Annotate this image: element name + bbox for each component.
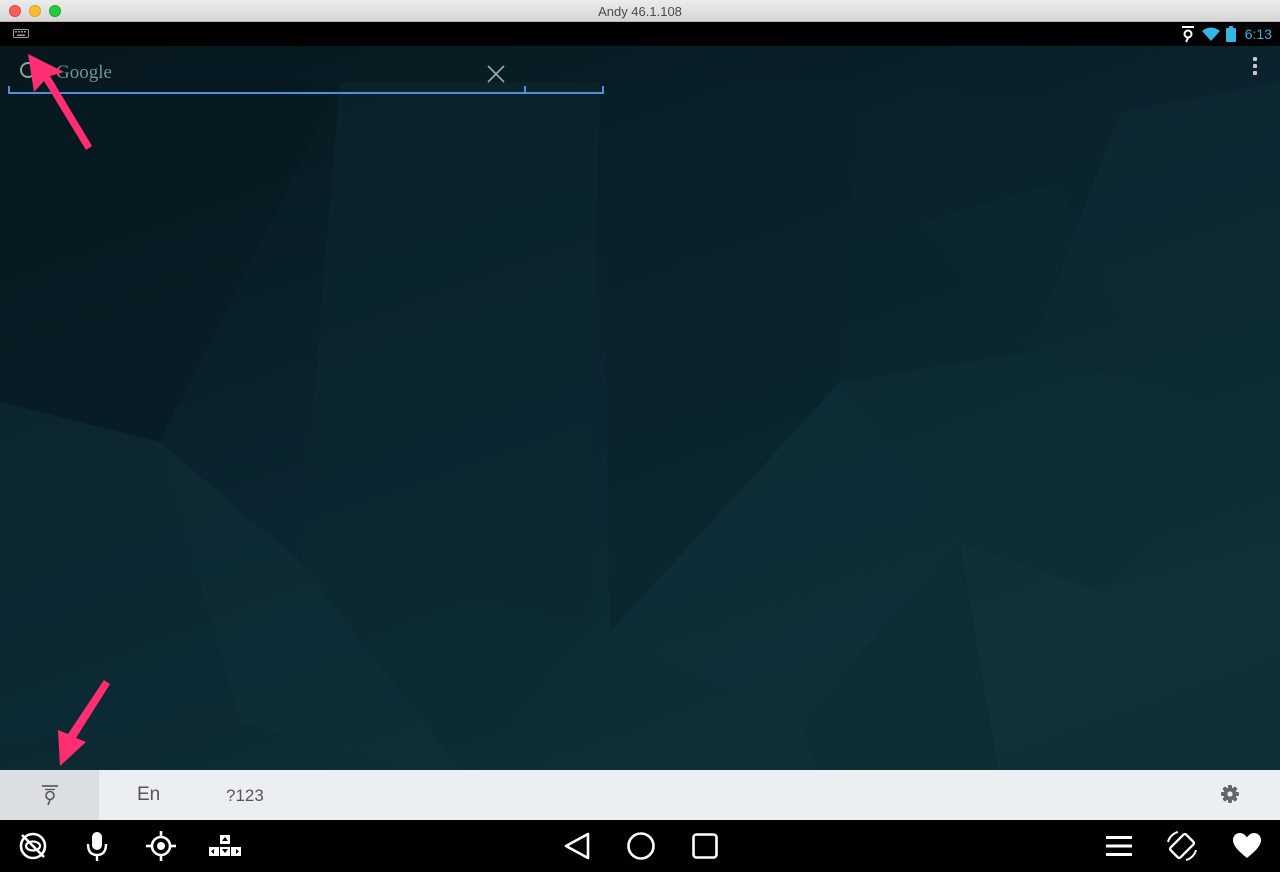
gear-icon[interactable] — [1220, 784, 1240, 804]
menu-icon[interactable] — [1102, 830, 1136, 862]
home-icon[interactable] — [624, 830, 658, 862]
clock: 6:13 — [1244, 26, 1272, 42]
recents-icon[interactable] — [688, 830, 722, 862]
wallpaper — [0, 82, 1280, 782]
clear-icon[interactable] — [486, 64, 506, 84]
ime-bar: En ?123 — [0, 770, 1280, 820]
status-bar: 6:13 — [0, 22, 1280, 46]
underline-tick — [8, 86, 10, 94]
wifi-icon — [1201, 27, 1220, 41]
rotate-icon[interactable] — [1165, 830, 1199, 862]
location-icon[interactable] — [144, 830, 178, 862]
voice-input-icon — [1181, 26, 1194, 43]
underline-tick — [524, 86, 526, 94]
annotation-arrow — [28, 54, 92, 150]
microphone-icon[interactable] — [80, 830, 114, 862]
window-titlebar: Andy 46.1.108 — [0, 0, 1280, 22]
heart-icon[interactable] — [1230, 830, 1264, 862]
ime-voice-button[interactable] — [0, 770, 99, 820]
hide-icon[interactable] — [16, 830, 50, 862]
overflow-menu-icon[interactable] — [1252, 57, 1258, 77]
ime-symbols-button[interactable]: ?123 — [226, 786, 264, 806]
annotation-arrow — [58, 680, 110, 766]
voice-input-icon — [41, 785, 58, 806]
gamepad-keys-icon[interactable] — [208, 830, 242, 862]
battery-icon — [1225, 26, 1236, 42]
back-icon[interactable] — [560, 830, 594, 862]
underline-tick — [602, 86, 604, 94]
navigation-bar — [0, 820, 1280, 872]
ime-language-button[interactable]: En — [137, 784, 160, 806]
window-title: Andy 46.1.108 — [598, 4, 682, 19]
keyboard-icon — [13, 29, 29, 38]
android-screen: 6:13 Google En ?123 — [0, 22, 1280, 872]
